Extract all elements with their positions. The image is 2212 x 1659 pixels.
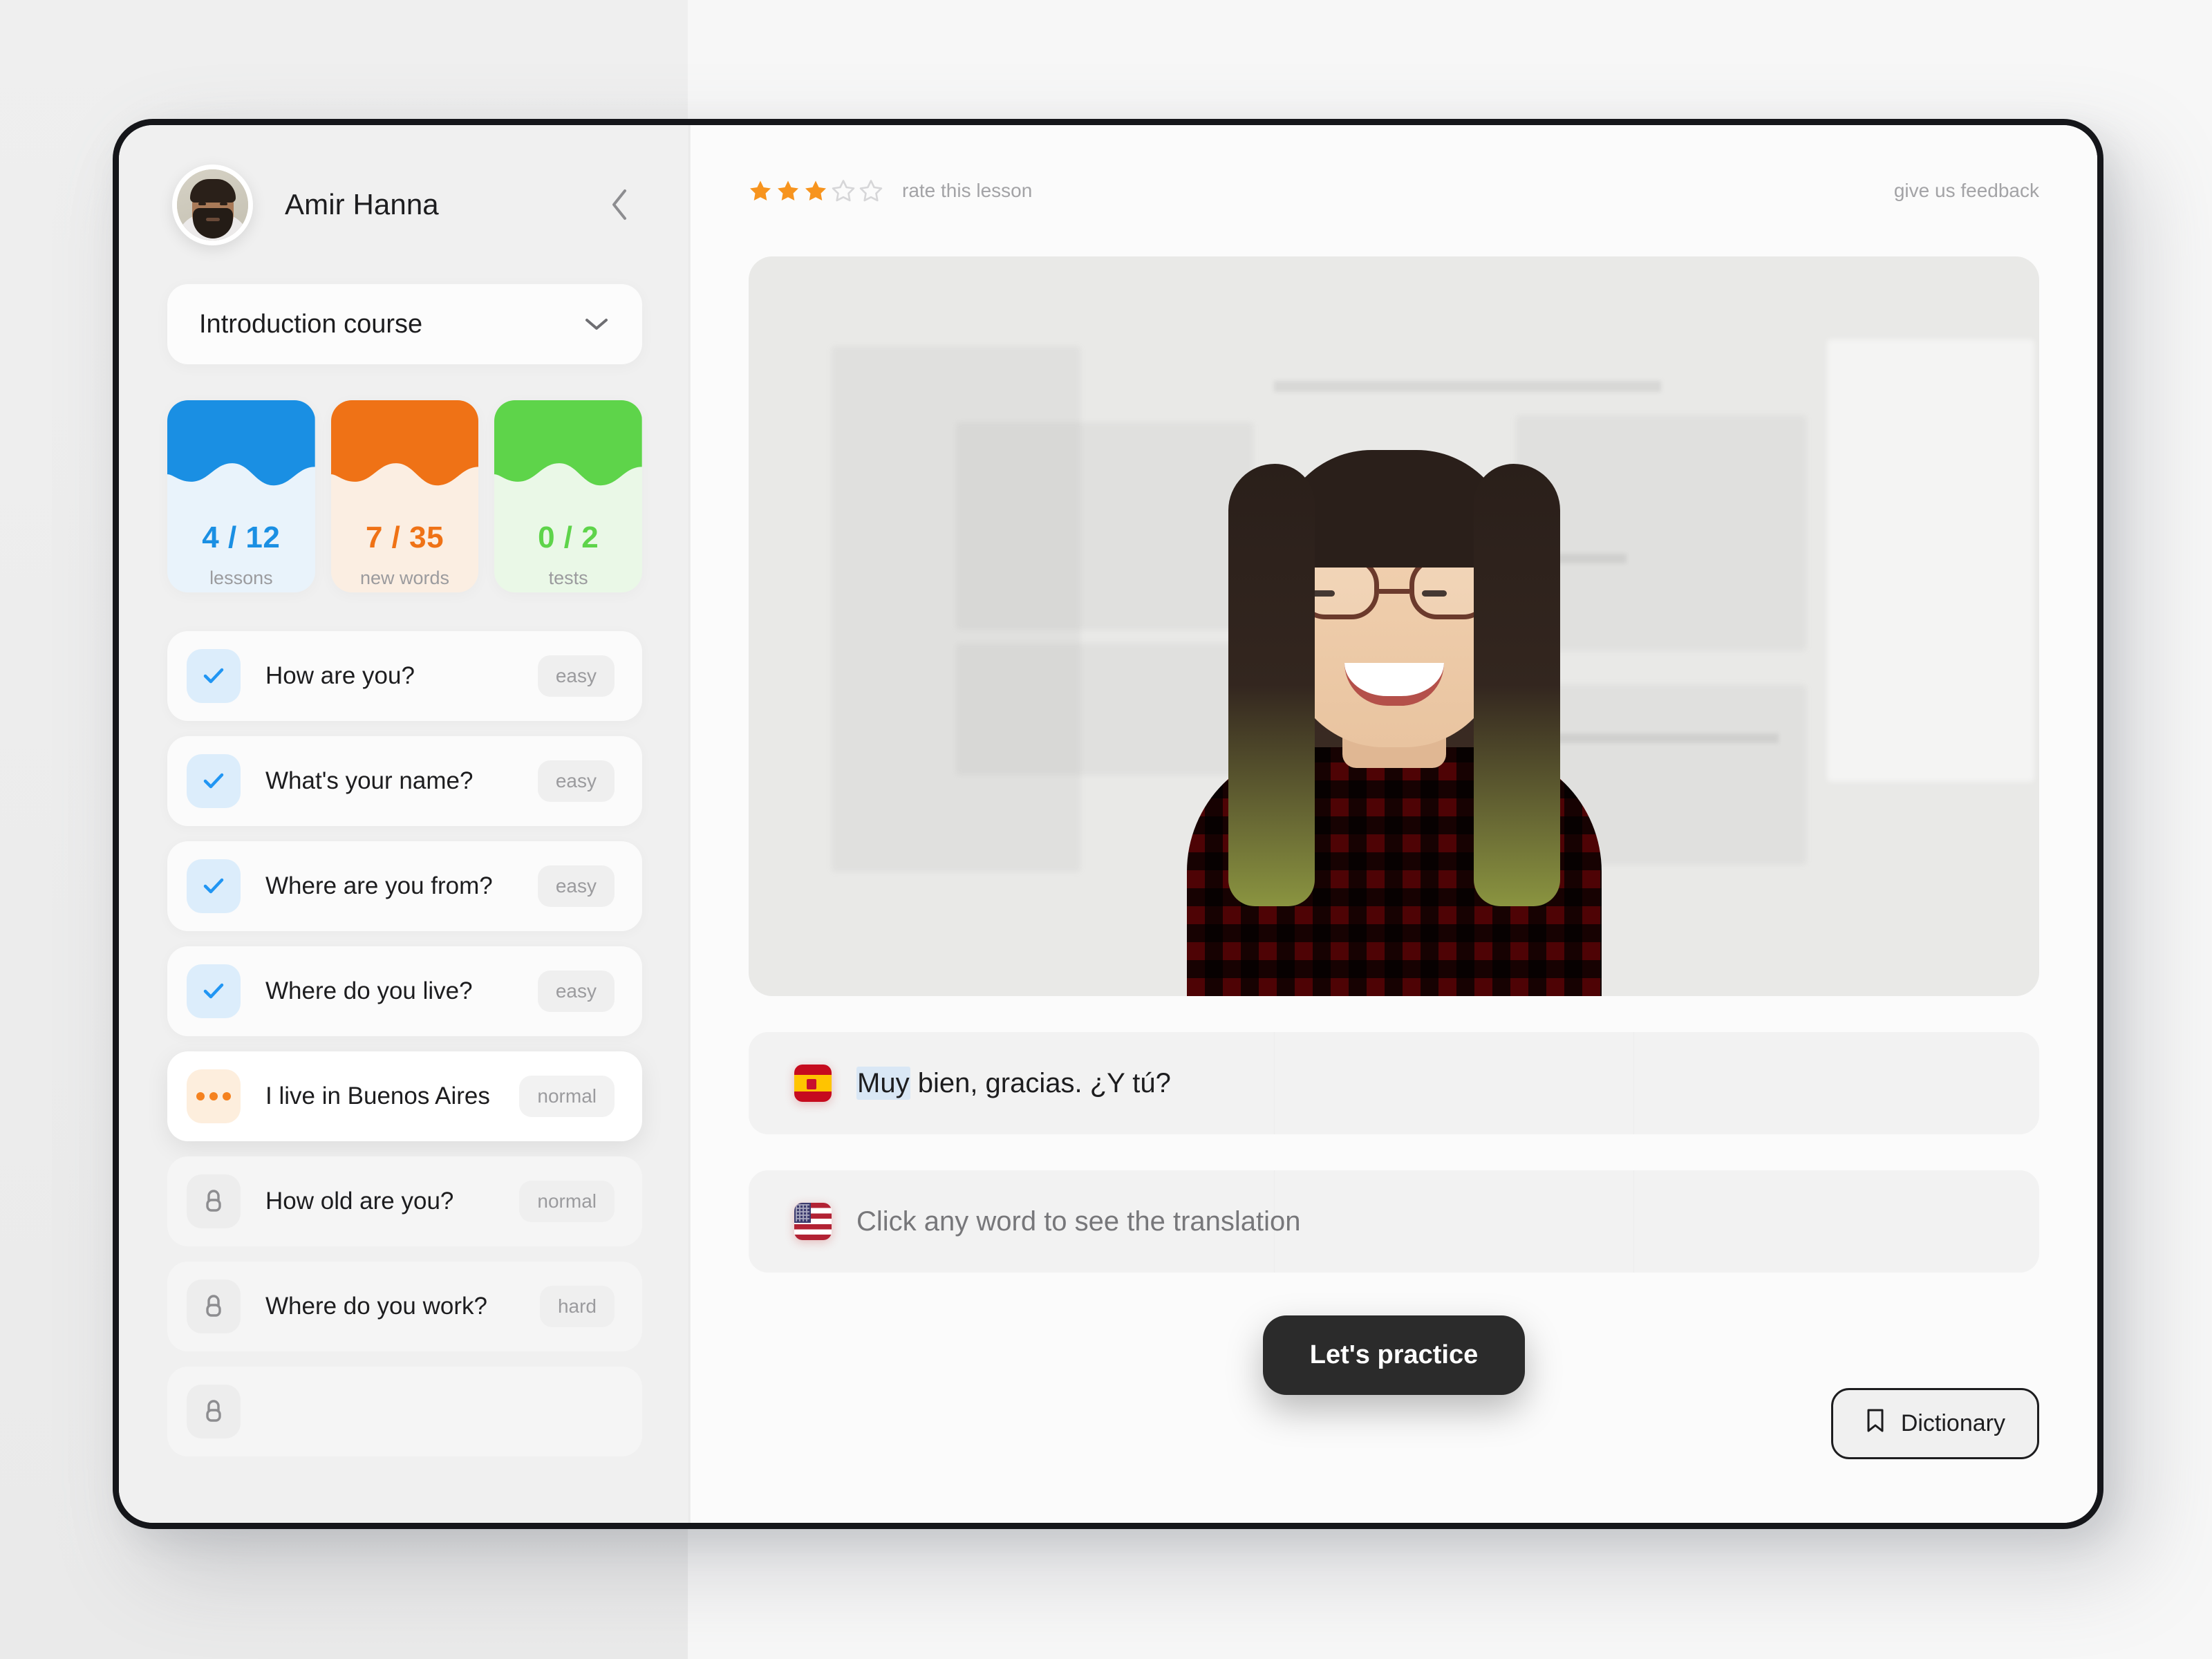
chevron-down-icon [583,315,610,333]
star-icon[interactable] [749,179,772,203]
dictionary-button[interactable]: Dictionary [1830,1388,2039,1459]
stat-label: lessons [209,568,273,588]
device-frame: Amir Hanna Introduction course 4 / 12 les… [113,119,2103,1529]
lesson-title: Where do you live? [265,977,473,1004]
lesson-title: I live in Buenos Aires [265,1082,490,1109]
stat-value: 7 / 35 [365,521,444,554]
main-topbar: rate this lesson give us feedback [749,125,2039,256]
lesson-title: How are you? [265,662,415,689]
lock-icon [187,1385,241,1438]
stat-value: 0 / 2 [538,521,599,554]
sentence-rest: Click any word to see the translation [856,1206,1301,1237]
practice-button[interactable]: Let's practice [1262,1315,1526,1395]
lesson-item[interactable]: What's your name? easy [167,736,642,826]
check-icon [187,754,241,808]
lesson-item[interactable]: Where are you from? easy [167,841,642,931]
profile-name: Amir Hanna [285,188,439,221]
star-icon[interactable] [804,179,827,203]
flag-spain [794,1065,832,1102]
lesson-title: Where do you work? [265,1293,487,1320]
highlighted-word[interactable]: Muy [856,1066,910,1100]
sentence-row[interactable]: Muy bien, gracias. ¿Y tú? [749,1032,2039,1134]
lesson-item[interactable]: I live in Buenos Aires normal [167,1051,642,1141]
star-rating[interactable] [749,179,883,203]
check-icon [187,859,241,913]
difficulty-badge: normal [519,1076,615,1117]
stat-card[interactable]: 7 / 35 new words [330,400,479,592]
lock-icon [187,1280,241,1333]
lesson-item[interactable]: Where do you live? easy [167,946,642,1036]
lesson-title: How old are you? [265,1188,454,1215]
stat-value: 4 / 12 [202,521,281,554]
dots-icon [187,1069,241,1123]
stat-card[interactable]: 0 / 2 tests [494,400,643,592]
sentence-text[interactable]: Click any word to see the translation [856,1206,1301,1237]
sentence-text[interactable]: Muy bien, gracias. ¿Y tú? [856,1066,1171,1100]
difficulty-badge: hard [539,1286,615,1327]
lesson-rating[interactable]: rate this lesson [749,179,1032,203]
lesson-title: What's your name? [265,767,474,794]
lesson-media[interactable] [749,256,2039,996]
avatar[interactable] [172,164,253,245]
main-content: rate this lesson give us feedback Muy bi… [691,125,2097,1523]
sentence-row[interactable]: Click any word to see the translation [749,1170,2039,1273]
sidebar: Amir Hanna Introduction course 4 / 12 les… [119,125,691,1523]
flag-usa [794,1203,832,1240]
lesson-item[interactable]: How old are you? normal [167,1156,642,1246]
star-icon[interactable] [859,179,883,203]
stat-label: tests [548,568,588,588]
dictionary-label: Dictionary [1900,1410,2005,1436]
course-selector[interactable]: Introduction course [167,284,642,364]
check-icon [187,649,241,703]
sentence-rows: Muy bien, gracias. ¿Y tú? Click any word … [749,1032,2039,1273]
stat-card[interactable]: 4 / 12 lessons [167,400,315,592]
practice-button-wrap: Let's practice [749,1315,2039,1395]
lesson-item[interactable] [167,1367,642,1456]
difficulty-badge: easy [537,655,615,697]
star-icon[interactable] [776,179,800,203]
lesson-item[interactable]: How are you? easy [167,631,642,721]
feedback-link[interactable]: give us feedback [1894,180,2039,202]
lesson-media-subject [1083,374,1705,996]
lesson-item[interactable]: Where do you work? hard [167,1262,642,1351]
rate-label: rate this lesson [902,180,1033,201]
lock-icon [187,1174,241,1228]
sentence-rest: bien, gracias. ¿Y tú? [910,1067,1171,1098]
difficulty-badge: normal [519,1181,615,1222]
chevron-left-icon[interactable] [598,182,642,227]
stats-row: 4 / 12 lessons 7 / 35 new words 0 / 2 tests [167,400,643,592]
lesson-title: Where are you from? [265,872,493,899]
stat-label: new words [359,568,450,588]
lesson-list: How are you? easy What's your name? easy Whe… [167,631,642,1456]
star-icon[interactable] [832,179,855,203]
difficulty-badge: easy [537,971,615,1012]
profile-header: Amir Hanna [167,125,642,284]
check-icon [187,964,241,1018]
difficulty-badge: easy [537,760,615,802]
course-name: Introduction course [199,309,423,339]
difficulty-badge: easy [537,865,615,907]
bookmark-icon [1865,1408,1886,1439]
